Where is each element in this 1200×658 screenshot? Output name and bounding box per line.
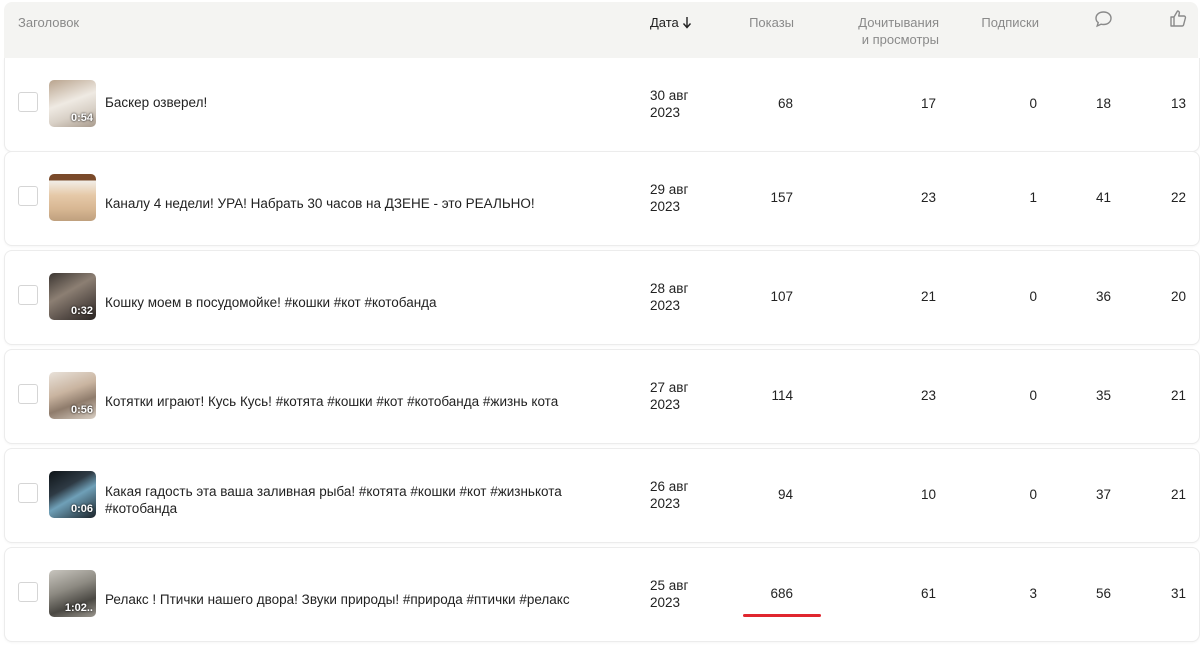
publish-date: 25 авг 2023 [650, 577, 710, 611]
likes-count: 31 [1170, 586, 1186, 601]
row-checkbox[interactable] [18, 92, 38, 112]
likes-count: 13 [1170, 96, 1186, 111]
comments-count: 37 [1095, 487, 1111, 502]
column-header-likes[interactable] [1169, 9, 1187, 32]
reads-count: 61 [920, 586, 936, 601]
reads-count: 10 [920, 487, 936, 502]
publish-date-day: 25 авг [650, 578, 689, 593]
video-title-text: Котятки играют! Кусь Кусь! #котята #кошк… [105, 394, 559, 409]
video-title-text: Каналу 4 недели! УРА! Набрать 30 часов н… [105, 196, 535, 211]
publish-date-year: 2023 [650, 595, 681, 610]
reads-count: 17 [920, 96, 936, 111]
video-title-text: Релакс ! Птички нашего двора! Звуки прир… [105, 592, 570, 607]
publish-date: 26 авг 2023 [650, 478, 710, 512]
video-title-text-line2: #котобанда [105, 501, 178, 516]
table-row[interactable]: 1:02.. Релакс ! Птички нашего двора! Зву… [4, 547, 1200, 642]
column-header-reads[interactable]: Дочитывания и просмотры [816, 14, 939, 48]
column-header-subscriptions[interactable]: Подписки [959, 14, 1039, 31]
video-title[interactable]: Кошку моем в посудомойке! #кошки #кот #к… [105, 294, 625, 311]
video-duration: 0:54 [70, 112, 93, 124]
sort-arrow-down-icon [682, 17, 691, 29]
views-count: 114 [771, 388, 793, 403]
video-title[interactable]: Какая гадость эта ваша заливная рыба! #к… [105, 483, 625, 517]
row-checkbox[interactable] [18, 582, 38, 602]
subscriptions-count: 1 [1029, 190, 1037, 205]
publish-date-year: 2023 [650, 105, 681, 120]
publish-date-day: 29 авг [650, 182, 689, 197]
views-count: 157 [770, 190, 793, 205]
comments-count: 41 [1095, 190, 1111, 205]
video-title[interactable]: Релакс ! Птички нашего двора! Звуки прир… [105, 591, 625, 608]
publish-date-day: 26 авг [650, 479, 689, 494]
thumbs-up-icon [1170, 10, 1187, 27]
views-count: 68 [777, 96, 793, 111]
subscriptions-count: 0 [1029, 388, 1037, 403]
column-header-views[interactable]: Показы [744, 14, 794, 31]
publish-date-day: 30 авг [650, 88, 689, 103]
reads-count: 23 [920, 190, 936, 205]
publish-date-day: 28 авг [650, 281, 689, 296]
video-thumbnail[interactable]: 1:02.. [49, 570, 96, 617]
likes-count: 21 [1170, 388, 1186, 403]
video-title-text: Баскер озверел! [105, 95, 208, 110]
comments-count: 36 [1095, 289, 1111, 304]
column-header-reads-line2: и просмотры [861, 32, 939, 47]
column-header-title[interactable]: Заголовок [18, 14, 79, 31]
table-row[interactable]: 0:32 Кошку моем в посудомойке! #кошки #к… [4, 250, 1200, 345]
publish-date-day: 27 авг [650, 380, 689, 395]
publish-date-year: 2023 [650, 397, 681, 412]
table-header: Заголовок Дата Показы Дочитывания и прос… [4, 2, 1198, 58]
row-checkbox[interactable] [18, 186, 38, 206]
video-thumbnail[interactable] [49, 174, 96, 221]
publish-date: 30 авг 2023 [650, 87, 710, 121]
comments-count: 56 [1095, 586, 1111, 601]
video-title[interactable]: Каналу 4 недели! УРА! Набрать 30 часов н… [105, 195, 625, 212]
likes-count: 20 [1170, 289, 1186, 304]
likes-count: 22 [1170, 190, 1186, 205]
video-title[interactable]: Баскер озверел! [105, 94, 625, 111]
video-thumbnail[interactable]: 0:54 [49, 80, 96, 127]
comment-bubble-icon [1095, 11, 1112, 28]
table-row[interactable]: 0:06 Какая гадость эта ваша заливная рыб… [4, 448, 1200, 543]
row-checkbox[interactable] [18, 384, 38, 404]
views-count: 686 [770, 586, 793, 601]
publish-date-year: 2023 [650, 298, 681, 313]
likes-count: 21 [1170, 487, 1186, 502]
row-checkbox[interactable] [18, 483, 38, 503]
publish-date-year: 2023 [650, 199, 681, 214]
table-row[interactable]: 0:56 Котятки играют! Кусь Кусь! #котята … [4, 349, 1200, 444]
highlight-underline [743, 614, 821, 617]
reads-count: 21 [920, 289, 936, 304]
video-thumbnail[interactable]: 0:06 [49, 471, 96, 518]
video-duration: 0:06 [70, 503, 93, 515]
video-duration: 0:56 [70, 404, 93, 416]
subscriptions-count: 0 [1029, 96, 1037, 111]
column-header-date-label: Дата [650, 15, 679, 30]
video-thumbnail[interactable]: 0:32 [49, 273, 96, 320]
video-duration: 1:02.. [64, 602, 93, 614]
views-count: 107 [770, 289, 793, 304]
publish-date: 28 авг 2023 [650, 280, 710, 314]
publish-date: 29 авг 2023 [650, 181, 710, 215]
reads-count: 23 [920, 388, 936, 403]
subscriptions-count: 0 [1029, 487, 1037, 502]
comments-count: 18 [1095, 96, 1111, 111]
publish-date: 27 авг 2023 [650, 379, 710, 413]
column-header-date[interactable]: Дата [650, 14, 692, 31]
column-header-comments[interactable] [1094, 10, 1113, 32]
subscriptions-count: 0 [1029, 289, 1037, 304]
video-thumbnail[interactable]: 0:56 [49, 372, 96, 419]
subscriptions-count: 3 [1029, 586, 1037, 601]
column-header-reads-line1: Дочитывания [858, 15, 939, 30]
views-count: 94 [777, 487, 793, 502]
video-title[interactable]: Котятки играют! Кусь Кусь! #котята #кошк… [105, 393, 625, 410]
row-checkbox[interactable] [18, 285, 38, 305]
table-row[interactable]: Каналу 4 недели! УРА! Набрать 30 часов н… [4, 151, 1200, 246]
video-title-text: Какая гадость эта ваша заливная рыба! #к… [105, 484, 562, 499]
comments-count: 35 [1095, 388, 1111, 403]
table-row[interactable]: 0:54 Баскер озверел! 30 авг 2023 68 17 0… [4, 58, 1200, 152]
publish-date-year: 2023 [650, 496, 681, 511]
video-duration: 0:32 [70, 305, 93, 317]
video-title-text: Кошку моем в посудомойке! #кошки #кот #к… [105, 295, 437, 310]
